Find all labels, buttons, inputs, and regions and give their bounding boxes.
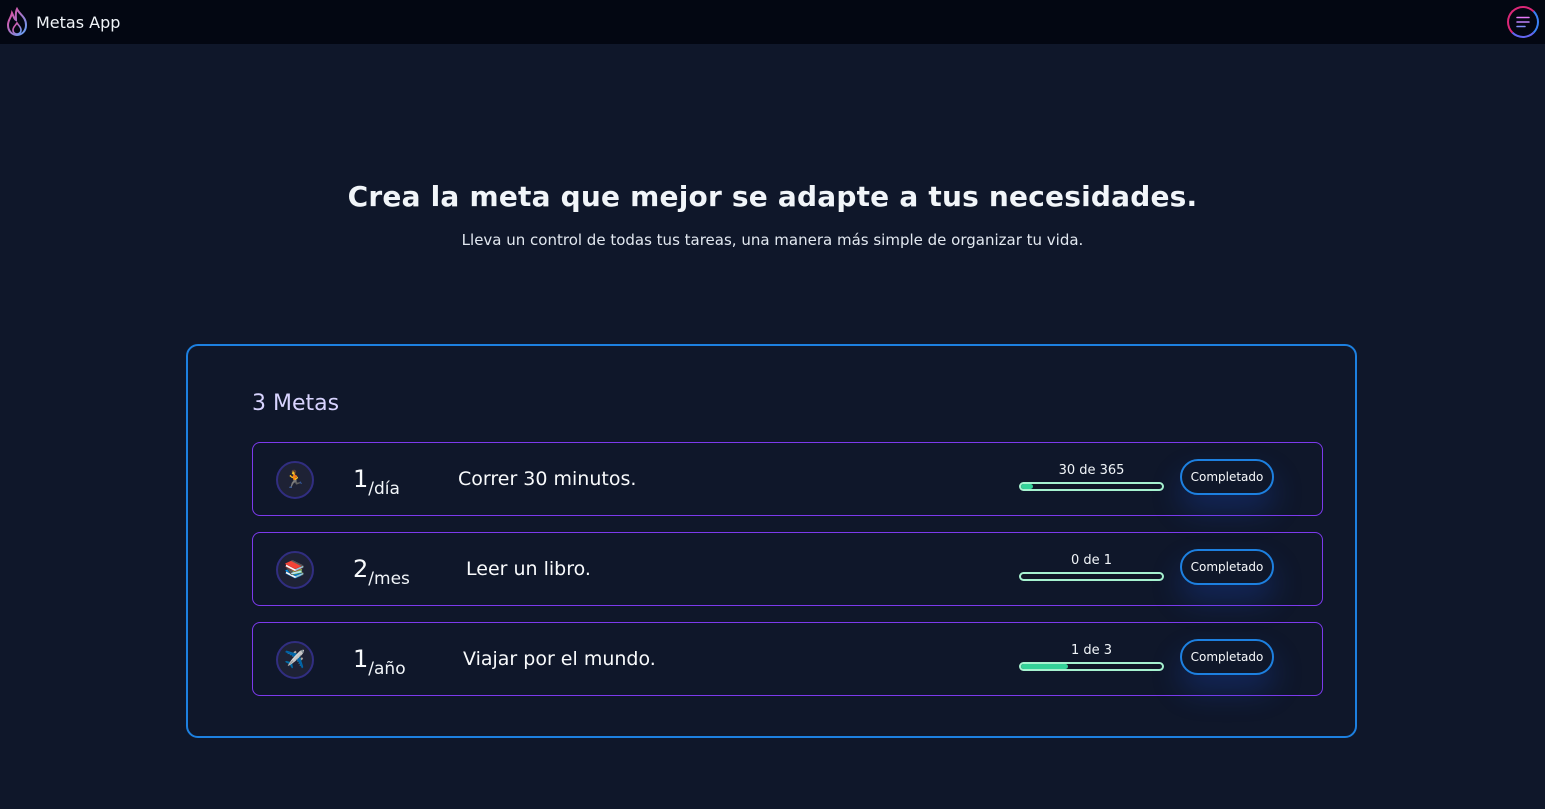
- goal-item[interactable]: 🏃 1 /día Correr 30 minutos. 30 de 365 Co…: [252, 442, 1323, 516]
- progress-bar: [1019, 572, 1164, 581]
- brand[interactable]: Metas App: [4, 7, 120, 37]
- frequency-period: /mes: [368, 569, 410, 589]
- goals-card: 3 Metas 🏃 1 /día Correr 30 minutos. 30 d…: [186, 344, 1357, 738]
- hero-subtitle: Lleva un control de todas tus tareas, un…: [461, 231, 1084, 249]
- goal-frequency: 2 /mes: [353, 555, 410, 589]
- flame-logo-icon: [4, 7, 30, 37]
- goals-count: 3 Metas: [252, 391, 340, 416]
- goal-progress: 0 de 1: [1019, 553, 1164, 581]
- running-icon: 🏃: [276, 461, 314, 499]
- airplane-icon: ✈️: [276, 641, 314, 679]
- frequency-period: /día: [368, 479, 400, 499]
- goal-frequency: 1 /día: [353, 465, 400, 499]
- goal-frequency: 1 /año: [353, 645, 406, 679]
- goal-progress: 30 de 365: [1019, 463, 1164, 491]
- books-icon: 📚: [276, 551, 314, 589]
- hero-title: Crea la meta que mejor se adapte a tus n…: [347, 180, 1198, 213]
- menu-button[interactable]: [1507, 6, 1539, 38]
- goal-item[interactable]: ✈️ 1 /año Viajar por el mundo. 1 de 3 Co…: [252, 622, 1323, 696]
- hero-section: Crea la meta que mejor se adapte a tus n…: [0, 180, 1545, 249]
- app-name: Metas App: [36, 12, 121, 32]
- goal-title: Correr 30 minutos.: [458, 468, 637, 490]
- progress-bar-fill: [1021, 664, 1068, 669]
- progress-bar: [1019, 662, 1164, 671]
- goal-title: Leer un libro.: [466, 558, 591, 580]
- goal-progress: 1 de 3: [1019, 643, 1164, 671]
- goal-title: Viajar por el mundo.: [463, 648, 656, 670]
- progress-label: 30 de 365: [1058, 463, 1125, 478]
- complete-button[interactable]: Completado: [1180, 459, 1274, 495]
- frequency-count: 1: [353, 645, 369, 673]
- progress-bar: [1019, 482, 1164, 491]
- progress-label: 1 de 3: [1070, 643, 1113, 658]
- complete-button[interactable]: Completado: [1180, 549, 1274, 585]
- goals-list: 🏃 1 /día Correr 30 minutos. 30 de 365 Co…: [252, 442, 1323, 712]
- goal-item[interactable]: 📚 2 /mes Leer un libro. 0 de 1 Completad…: [252, 532, 1323, 606]
- top-navbar: Metas App: [0, 0, 1545, 44]
- frequency-period: /año: [368, 659, 406, 679]
- frequency-count: 1: [353, 465, 369, 493]
- complete-button[interactable]: Completado: [1180, 639, 1274, 675]
- progress-label: 0 de 1: [1070, 553, 1113, 568]
- progress-bar-fill: [1021, 484, 1033, 489]
- hamburger-menu-icon: [1516, 13, 1530, 32]
- frequency-count: 2: [353, 555, 369, 583]
